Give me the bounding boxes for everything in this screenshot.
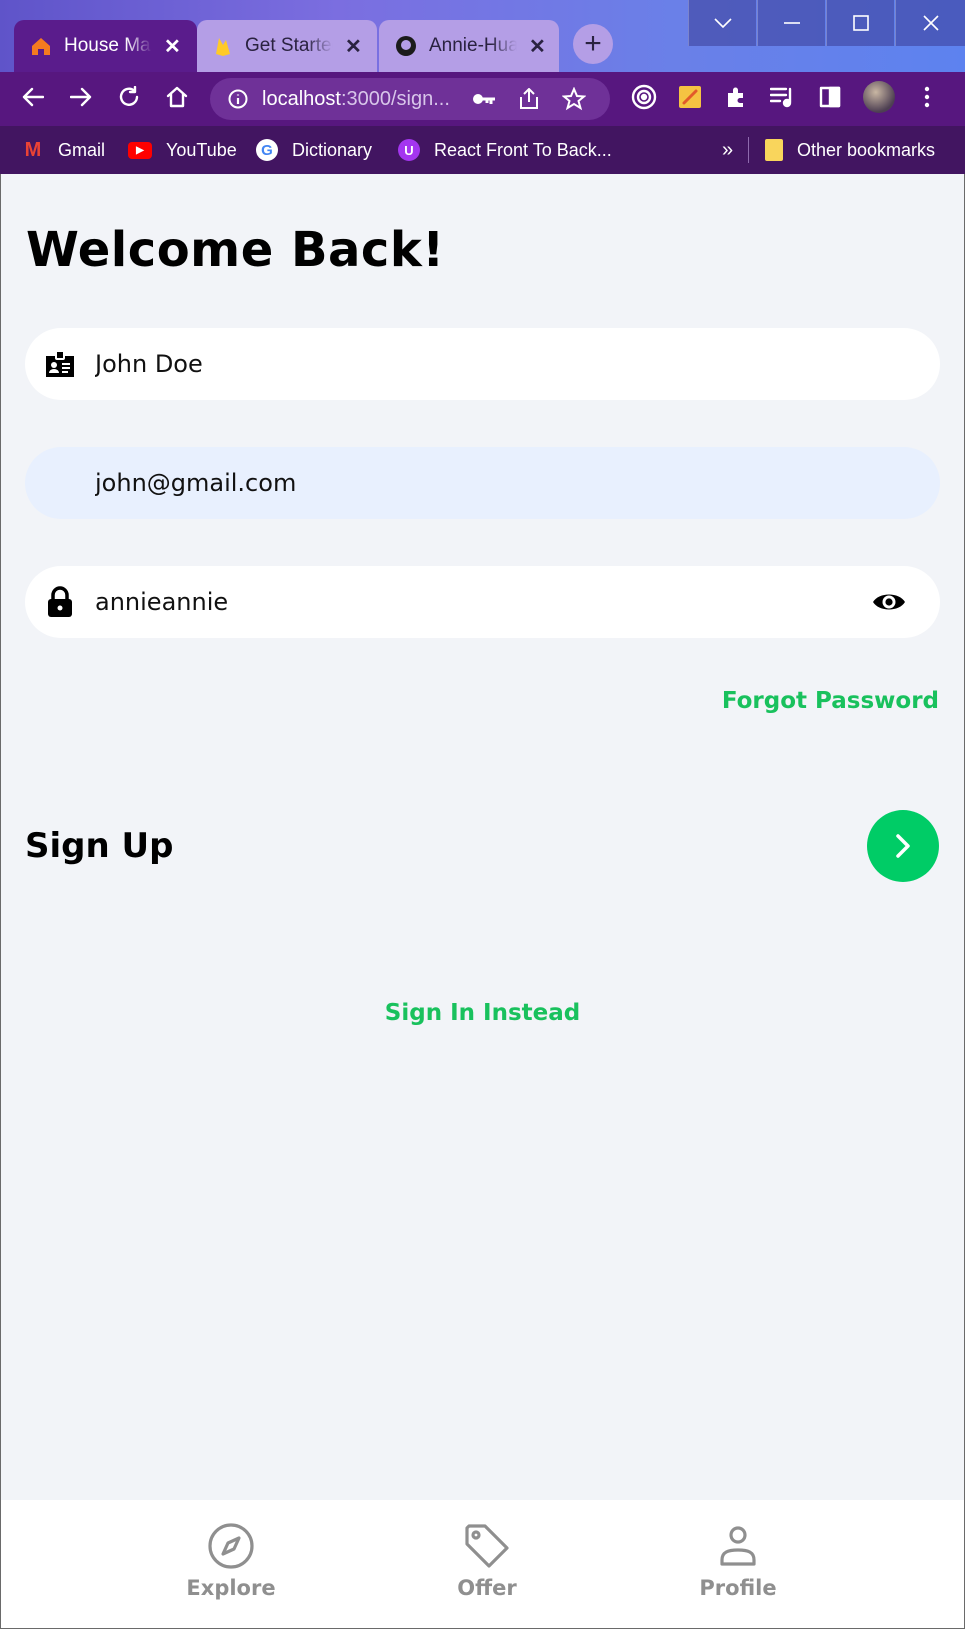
bookmark-react-course[interactable]: U React Front To Back... [398, 126, 612, 174]
name-field[interactable] [25, 328, 940, 400]
media-control-button[interactable] [766, 80, 800, 114]
puzzle-icon [728, 87, 743, 107]
chevron-down-icon [713, 18, 732, 28]
tab-github[interactable]: Annie-Huang ✕ [379, 20, 559, 72]
nav-item-explore[interactable]: Explore [151, 1522, 311, 1600]
minimize-button[interactable] [757, 0, 825, 46]
email-input[interactable] [95, 469, 795, 497]
kebab-menu-icon [924, 86, 930, 108]
id-badge-icon [46, 350, 74, 377]
github-favicon-icon [396, 36, 416, 56]
bookmark-label: Dictionary [292, 139, 373, 160]
sign-in-instead-link[interactable]: Sign In Instead [0, 1000, 965, 1026]
forgot-password-link[interactable]: Forgot Password [722, 688, 939, 714]
maximize-icon [852, 15, 869, 31]
star-icon[interactable] [562, 87, 586, 111]
share-icon[interactable] [518, 88, 540, 110]
folder-icon [765, 139, 783, 161]
nav-label: Offer [457, 1576, 517, 1600]
youtube-icon: ▶ [128, 141, 152, 159]
chrome-menu-button[interactable] [910, 80, 944, 114]
avatar [863, 81, 895, 113]
minimize-icon [783, 22, 800, 24]
firebase-favicon-icon [216, 38, 230, 56]
show-password-toggle[interactable] [872, 590, 906, 621]
password-field[interactable] [25, 566, 940, 638]
page-title: Welcome Back! [26, 222, 445, 278]
bookmark-label: Other bookmarks [797, 139, 936, 160]
sign-up-button[interactable] [867, 810, 939, 882]
lock-icon [48, 586, 72, 617]
key-icon[interactable] [472, 92, 496, 106]
bookmark-label: Gmail [58, 139, 106, 160]
tab-label: Get Started [245, 35, 333, 56]
compass-icon [208, 1523, 254, 1569]
bottom-navbar: Explore Offer Profile [1, 1500, 964, 1628]
tab-house-marketplace[interactable]: House Marketplace ✕ [14, 20, 197, 72]
google-icon: G [256, 139, 278, 161]
notes-icon [679, 86, 701, 108]
browser-tab-strip: House Marketplace ✕ Get Started ✕ Annie-… [0, 0, 965, 72]
sign-up-label: Sign Up [25, 826, 174, 866]
more-bookmarks-button[interactable]: » [722, 126, 733, 174]
side-panel-icon [819, 86, 841, 108]
close-window-button[interactable] [895, 0, 965, 46]
tab-label: House Marketplace [64, 35, 152, 56]
nav-item-profile[interactable]: Profile [658, 1522, 818, 1600]
new-tab-button[interactable]: + [573, 24, 613, 64]
bookmark-gmail[interactable]: M Gmail [22, 126, 105, 174]
back-button[interactable] [16, 80, 50, 114]
forward-button[interactable] [64, 80, 98, 114]
tab-close-icon[interactable]: ✕ [529, 34, 546, 59]
bookmark-dictionary[interactable]: G Dictionary [256, 126, 372, 174]
close-icon [922, 15, 939, 31]
url-host: localhost [262, 87, 341, 110]
target-icon [631, 84, 657, 110]
home-button[interactable] [160, 80, 194, 114]
bookmark-other-folder[interactable]: Other bookmarks [765, 126, 935, 174]
bookmarks-divider [748, 137, 749, 163]
side-panel-button[interactable] [813, 80, 847, 114]
tag-icon [465, 1524, 509, 1568]
password-input[interactable] [95, 588, 795, 616]
house-favicon-icon [32, 38, 50, 55]
tab-search-button[interactable] [688, 0, 756, 46]
eye-icon [873, 594, 905, 610]
extension-notes-button[interactable] [673, 80, 707, 114]
name-input[interactable] [95, 350, 795, 378]
address-bar[interactable]: localhost:3000/sign... [210, 78, 610, 120]
nav-label: Profile [699, 1576, 777, 1600]
tab-get-started[interactable]: Get Started ✕ [197, 20, 377, 72]
gmail-icon: M [24, 138, 42, 161]
udemy-icon: U [398, 139, 420, 161]
arrow-right-icon [70, 87, 92, 107]
email-field[interactable] [25, 447, 940, 519]
arrow-left-icon [22, 87, 44, 107]
nav-label: Explore [186, 1576, 276, 1600]
tab-close-icon[interactable]: ✕ [345, 34, 362, 59]
tab-close-icon[interactable]: ✕ [164, 34, 181, 59]
tab-label: Annie-Huang [429, 35, 517, 56]
reload-button[interactable] [112, 80, 146, 114]
reload-icon [119, 86, 139, 106]
bookmarks-bar: M Gmail ▶ YouTube G Dictionary U React F… [0, 126, 965, 174]
maximize-button[interactable] [826, 0, 894, 46]
bookmark-youtube[interactable]: ▶ YouTube [128, 126, 237, 174]
home-icon [166, 86, 188, 108]
url-path: :3000/sign... [340, 87, 450, 110]
extensions-button[interactable] [719, 80, 753, 114]
extension-target-button[interactable] [627, 80, 661, 114]
info-icon [228, 89, 248, 109]
person-icon [720, 1526, 756, 1566]
bookmark-label: React Front To Back... [434, 139, 612, 160]
chevron-right-icon [896, 834, 910, 858]
profile-avatar-button[interactable] [862, 80, 896, 114]
playlist-icon [770, 87, 792, 108]
bookmark-label: YouTube [166, 139, 237, 160]
nav-item-offer[interactable]: Offer [407, 1522, 567, 1600]
